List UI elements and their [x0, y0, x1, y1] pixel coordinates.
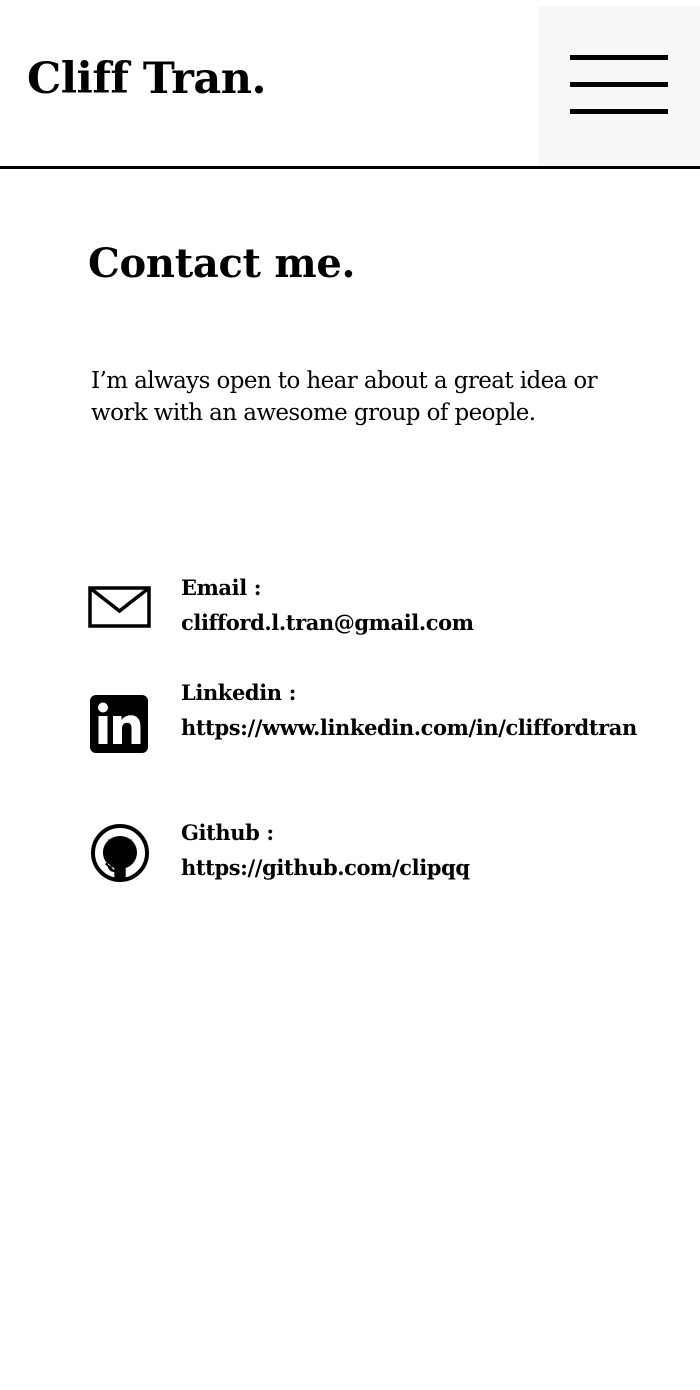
github-icon: [91, 824, 149, 882]
email-link[interactable]: clifford.l.tran@gmail.com: [181, 605, 651, 640]
site-brand[interactable]: Cliff Tran.: [27, 58, 266, 101]
email-label: Email :: [181, 575, 262, 600]
github-label: Github :: [181, 820, 274, 845]
intro-text: I’m always open to hear about a great id…: [91, 368, 598, 426]
page-title: Contact me.: [88, 240, 356, 287]
linkedin-icon: [90, 695, 148, 753]
linkedin-link[interactable]: https://www.linkedin.com/in/cliffordtran: [181, 710, 651, 745]
hamburger-menu-button[interactable]: [538, 6, 700, 166]
site-header: Cliff Tran.: [0, 0, 700, 169]
hamburger-menu-icon-bar: [570, 109, 668, 114]
hamburger-menu-icon: [570, 55, 668, 60]
envelope-icon: [88, 586, 151, 628]
linkedin-label: Linkedin :: [181, 680, 296, 705]
github-link[interactable]: https://github.com/clipqq: [181, 850, 651, 885]
hamburger-menu-icon-bar: [570, 82, 668, 87]
